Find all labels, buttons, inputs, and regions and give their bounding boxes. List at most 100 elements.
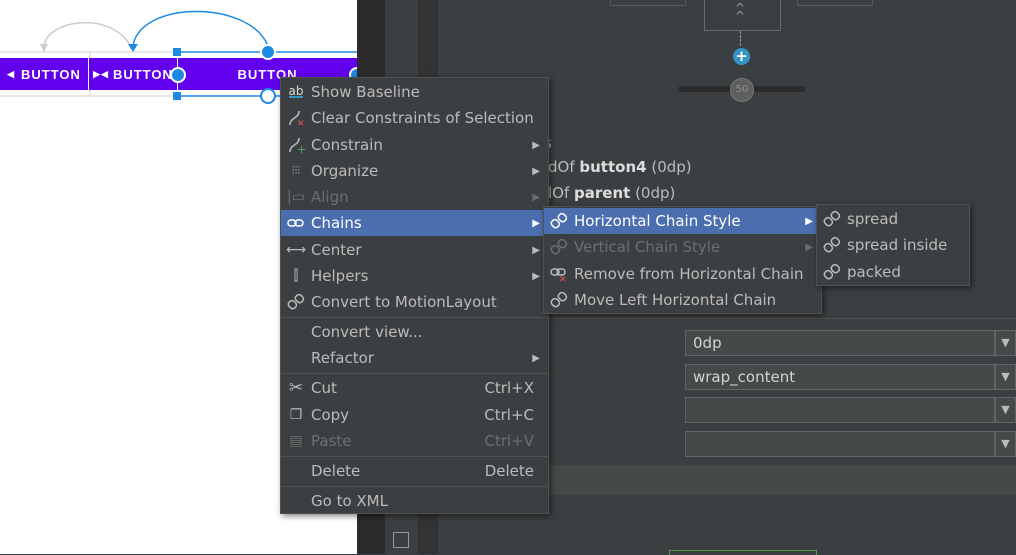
margin-box-right (797, 0, 873, 6)
menu-item-label: spread (847, 210, 899, 228)
motion-layout-icon (286, 292, 306, 312)
constraint-line-1-suffix: (0dp) (646, 158, 692, 176)
organize-icon: ⫶⫶⫶ (291, 164, 301, 177)
menu-item-label: Cut (311, 379, 337, 397)
left-anchor-handle[interactable] (170, 67, 186, 83)
align-icon: |▭ (287, 189, 305, 205)
menu-item-label: Refactor (311, 349, 374, 367)
chain-spread-icon (822, 209, 842, 229)
menu-item-go-to-xml[interactable]: Go to XML (281, 488, 548, 514)
menu-item-delete[interactable]: Delete Delete (281, 458, 548, 484)
submenu-arrow-icon: ▶ (532, 244, 540, 256)
context-menu: ab Show Baseline ✕ Clear Constraints of … (280, 77, 549, 514)
menu-item-label: Go to XML (311, 492, 388, 510)
chain-packed-icon (822, 262, 842, 282)
constraint-line-1: dOf button4 (0dp) (548, 158, 692, 176)
constraint-line-1-target: button4 (579, 158, 647, 176)
menu-item-remove-from-chain[interactable]: ✕ Remove from Horizontal Chain (544, 261, 821, 287)
attribute-field-3-dropdown-icon[interactable]: ▼ (995, 397, 1016, 423)
resize-handle-top-left[interactable] (173, 48, 181, 56)
submenu-arrow-icon: ▶ (805, 215, 813, 227)
menu-item-label: Convert to MotionLayout (311, 293, 497, 311)
layout-width-field[interactable]: 0dp (685, 330, 995, 356)
baseline-icon: ab (288, 84, 304, 98)
submenu-arrow-icon: ▶ (532, 217, 540, 229)
svg-text:+: + (297, 143, 305, 154)
menu-separator (281, 456, 548, 457)
menu-item-spread[interactable]: spread (817, 206, 969, 232)
menu-item-refactor[interactable]: Refactor ▶ (281, 345, 548, 371)
resize-handle-bottom-left[interactable] (173, 92, 181, 100)
chain-icon (549, 237, 569, 257)
menu-item-organize[interactable]: ⫶⫶⫶ Organize ▶ (281, 158, 548, 184)
menu-item-convert-motionlayout[interactable]: Convert to MotionLayout (281, 289, 548, 315)
menu-item-label: Organize (311, 162, 379, 180)
center-icon: ⟷ (285, 242, 307, 258)
top-anchor-handle[interactable] (260, 44, 276, 60)
menu-item-vertical-chain-style: Vertical Chain Style ▶ (544, 234, 821, 260)
submenu-arrow-icon: ▶ (532, 270, 540, 282)
button-2-label: BUTTON (112, 66, 173, 82)
menu-item-paste: ▤ Paste Ctrl+V (281, 428, 548, 454)
constraint-widget-box: ^ ^ (704, 0, 781, 31)
chain-icon (549, 211, 569, 231)
menu-item-label: Helpers (311, 267, 369, 285)
constraint-line-2-prefix: lOf (548, 184, 575, 202)
constraint-line-2: lOf parent (0dp) (548, 184, 675, 202)
constraint-line-2-target: parent (574, 184, 631, 202)
menu-item-packed[interactable]: packed (817, 259, 969, 285)
menu-item-label: Copy (311, 406, 350, 424)
green-element (669, 550, 817, 555)
menu-item-chains[interactable]: Chains ▶ (281, 210, 548, 236)
layout-width-dropdown-icon[interactable]: ▼ (995, 330, 1016, 356)
fit-screen-icon[interactable] (393, 532, 409, 548)
constraint-line-2-suffix: (0dp) (630, 184, 676, 202)
button-1[interactable]: ◀ BUTTON (0, 58, 88, 90)
submenu-arrow-icon: ▶ (532, 191, 540, 203)
attribute-field-3[interactable] (685, 397, 995, 423)
menu-separator (281, 486, 548, 487)
constraint-line-1-prefix: dOf (548, 158, 580, 176)
section-header-bar[interactable] (548, 465, 1016, 495)
menu-item-shortcut: Ctrl+C (484, 406, 534, 424)
bottom-anchor-handle[interactable] (260, 88, 276, 104)
menu-item-align: |▭ Align ▶ (281, 184, 548, 210)
chain-link-icon: ▶◀ (93, 68, 109, 79)
submenu-arrow-icon: ▶ (532, 139, 540, 151)
svg-text:✕: ✕ (297, 119, 305, 127)
chain-left-icon: ◀ (7, 68, 15, 79)
menu-item-convert-view[interactable]: Convert view... (281, 319, 548, 345)
menu-separator (281, 317, 548, 318)
menu-item-horizontal-chain-style[interactable]: Horizontal Chain Style ▶ (544, 208, 821, 234)
menu-item-label: Convert view... (311, 323, 423, 341)
chain-icon (286, 213, 306, 233)
menu-item-clear-constraints[interactable]: ✕ Clear Constraints of Selection (281, 105, 548, 131)
menu-separator (281, 373, 548, 374)
menu-item-center[interactable]: ⟷ Center ▶ (281, 237, 548, 263)
chains-submenu: Horizontal Chain Style ▶ Vertical Chain … (543, 206, 822, 314)
menu-item-helpers[interactable]: ⫿ Helpers ▶ (281, 263, 548, 289)
attribute-field-4-dropdown-icon[interactable]: ▼ (995, 431, 1016, 457)
constraint-dashed-line (740, 31, 742, 46)
menu-item-label: spread inside (847, 236, 948, 254)
menu-item-spread-inside[interactable]: spread inside (817, 232, 969, 258)
submenu-arrow-icon: ▶ (805, 241, 813, 253)
button-2[interactable]: ▶◀ BUTTON (89, 58, 177, 90)
menu-item-cut[interactable]: ✂ Cut Ctrl+X (281, 375, 548, 401)
menu-item-copy[interactable]: ❐ Copy Ctrl+C (281, 402, 548, 428)
button-1-label: BUTTON (20, 66, 81, 82)
copy-icon: ❐ (289, 407, 303, 423)
chain-icon (549, 290, 569, 310)
clear-constraints-icon: ✕ (286, 108, 306, 128)
chain-spread-inside-icon (822, 235, 842, 255)
menu-item-show-baseline[interactable]: ab Show Baseline (281, 79, 548, 105)
helpers-icon: ⫿ (293, 268, 299, 284)
margin-box-left (610, 0, 686, 6)
layout-height-dropdown-icon[interactable]: ▼ (995, 364, 1016, 390)
layout-height-field[interactable]: wrap_content (685, 364, 995, 390)
menu-item-constrain[interactable]: + Constrain ▶ (281, 132, 548, 158)
menu-item-move-left-chain[interactable]: Move Left Horizontal Chain (544, 287, 821, 313)
attribute-field-4[interactable] (685, 431, 995, 457)
bias-slider-thumb[interactable]: 50 (730, 78, 754, 102)
add-constraint-icon[interactable]: + (733, 48, 750, 65)
